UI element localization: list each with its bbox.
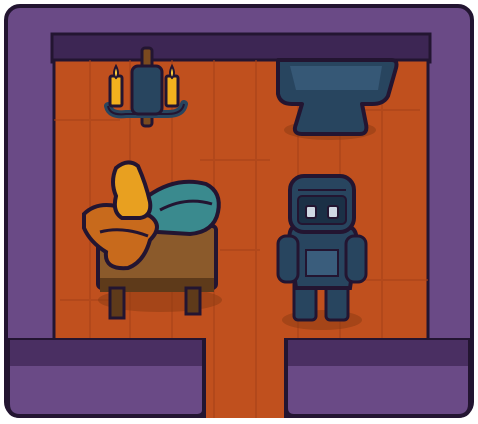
room-canvas bbox=[4, 4, 474, 418]
game-scene bbox=[0, 0, 478, 424]
